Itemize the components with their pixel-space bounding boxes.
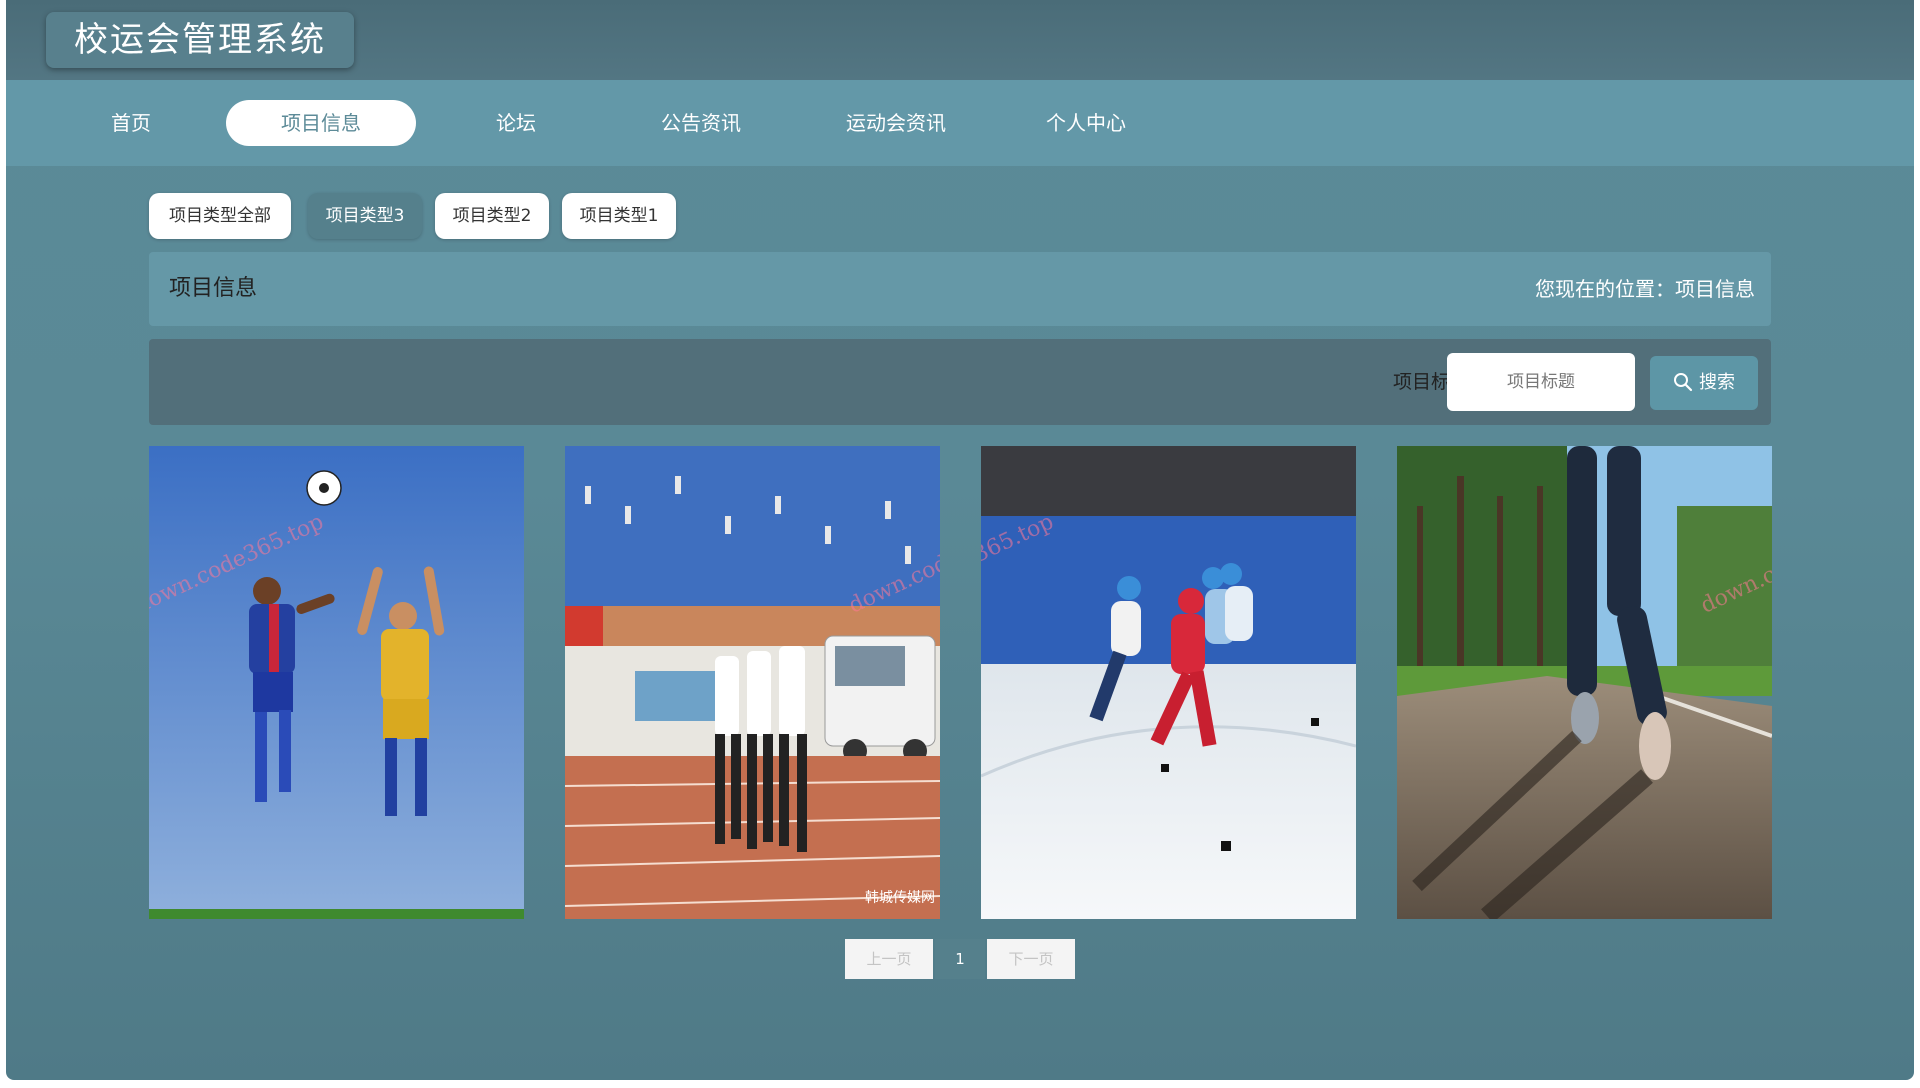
filter-chip-type1[interactable]: 项目类型1 [562,193,676,239]
jogger-photo [1397,446,1772,919]
nav-item-home[interactable]: 首页 [66,100,196,146]
current-location: 您现在的位置：项目信息 [1535,252,1755,326]
filter-chip-type3[interactable]: 项目类型3 [308,193,422,239]
location-prefix: 您现在的位置： [1535,277,1675,301]
top-header: 校运会管理系统 [6,0,1914,80]
next-page-button[interactable]: 下一页 [987,939,1075,979]
filter-chip-type2[interactable]: 项目类型2 [435,193,549,239]
search-button-label: 搜索 [1699,372,1735,393]
nav-item-project-info[interactable]: 项目信息 [226,100,416,146]
nav-item-personal-center[interactable]: 个人中心 [1006,100,1166,146]
search-icon [1674,373,1693,392]
nav-item-forum[interactable]: 论坛 [446,100,586,146]
nav-item-games-news[interactable]: 运动会资讯 [806,100,986,146]
speed-skating-photo [981,446,1356,919]
site-title: 校运会管理系统 [46,12,354,68]
filter-chip-all[interactable]: 项目类型全部 [149,193,291,239]
page-title: 项目信息 [169,276,258,301]
photo-credit: 韩城传媒网 [865,890,935,906]
project-card-3[interactable]: down.code365.top [981,446,1356,919]
search-bar: 项目标题 搜索 [149,339,1771,425]
app-frame: 校运会管理系统 首页 项目信息 论坛 公告资讯 运动会资讯 个人中心 项目类型全… [6,0,1914,1080]
search-input[interactable] [1447,353,1635,411]
breadcrumb: 项目信息 您现在的位置：项目信息 [149,252,1771,326]
search-button[interactable]: 搜索 [1650,356,1758,410]
project-card-4[interactable]: down.code365.top [1397,446,1772,919]
project-card-1[interactable]: down.code365.top [149,446,524,919]
runners-photo: 韩城传媒网 [565,446,940,919]
football-photo [149,446,524,919]
nav-item-announcements[interactable]: 公告资讯 [621,100,781,146]
prev-page-button[interactable]: 上一页 [845,939,933,979]
project-card-2[interactable]: 韩城传媒网 down.code365.top [565,446,940,919]
current-page-button[interactable]: 1 [935,939,985,979]
location-value[interactable]: 项目信息 [1675,277,1755,301]
main-nav: 首页 项目信息 论坛 公告资讯 运动会资讯 个人中心 [6,80,1914,166]
